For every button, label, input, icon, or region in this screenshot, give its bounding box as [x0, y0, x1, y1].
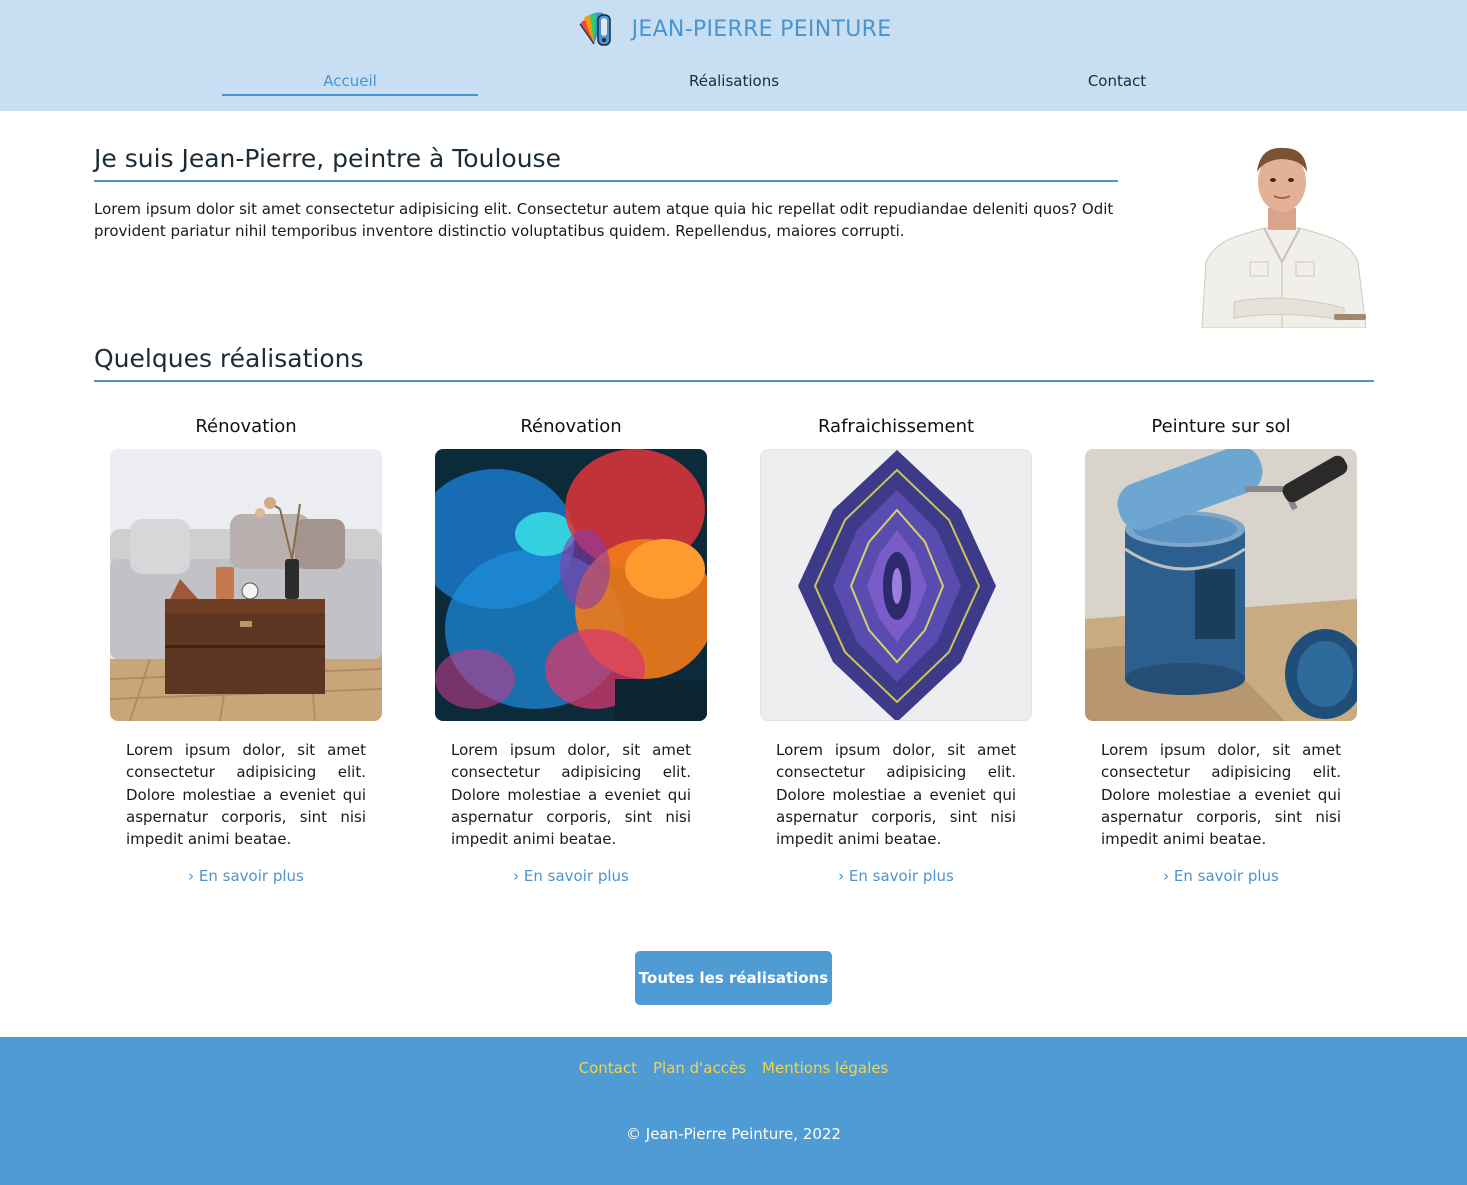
card-text: Lorem ipsum dolor, sit amet consectetur … — [451, 741, 691, 849]
realisation-card: Rénovation Lorem ipsum dolor, sit amet c… — [110, 414, 382, 885]
all-realisations-button[interactable]: Toutes les réalisations — [635, 951, 832, 1005]
read-more-link[interactable]: › En savoir plus — [435, 867, 707, 885]
paint-swatch-logo-icon — [576, 10, 616, 48]
card-text: Lorem ipsum dolor, sit amet consectetur … — [1101, 741, 1341, 849]
site-footer: Contact Plan d'accès Mentions légales © … — [0, 1037, 1467, 1185]
realisation-card: Peinture sur sol Lorem ipsum dolor, sit … — [1085, 414, 1357, 885]
nav-item-accueil[interactable]: Accueil — [222, 72, 478, 96]
nav-item-realisations[interactable]: Réalisations — [606, 72, 862, 94]
card-text: Lorem ipsum dolor, sit amet consectetur … — [776, 741, 1016, 849]
brand-name[interactable]: JEAN-PIERRE PEINTURE — [632, 17, 892, 42]
nav-item-contact[interactable]: Contact — [989, 72, 1245, 94]
site-header: JEAN-PIERRE PEINTURE Accueil Réalisation… — [0, 0, 1467, 111]
read-more-link[interactable]: › En savoir plus — [760, 867, 1032, 885]
read-more-link[interactable]: › En savoir plus — [110, 867, 382, 885]
intro-title: Je suis Jean-Pierre, peintre à Toulouse — [94, 144, 1118, 182]
living-room-image[interactable] — [110, 449, 382, 721]
realisation-card: Rafraichissement Lorem ipsum dolor, sit … — [760, 414, 1032, 885]
card-title: Rénovation — [520, 416, 622, 437]
card-title: Rafraichissement — [817, 416, 975, 437]
realisation-card: Rénovation Lorem ipsum dolor, sit amet c… — [435, 414, 707, 885]
footer-link-mentions-legales[interactable]: Mentions légales — [762, 1059, 888, 1077]
footer-link-plan-acces[interactable]: Plan d'accès — [653, 1059, 746, 1077]
card-title: Rénovation — [195, 416, 297, 437]
colored-smoke-image[interactable] — [435, 449, 707, 721]
paint-can-roller-image[interactable] — [1085, 449, 1357, 721]
card-title: Peinture sur sol — [1151, 416, 1291, 437]
abstract-pattern-image[interactable] — [760, 449, 1032, 721]
footer-link-contact[interactable]: Contact — [579, 1059, 637, 1077]
read-more-link[interactable]: › En savoir plus — [1085, 867, 1357, 885]
intro-text: Lorem ipsum dolor sit amet consectetur a… — [94, 200, 1114, 240]
section-title: Quelques réalisations — [94, 344, 1374, 382]
card-text: Lorem ipsum dolor, sit amet consectetur … — [126, 741, 366, 849]
painter-portrait-image — [1194, 142, 1370, 329]
footer-links: Contact Plan d'accès Mentions légales — [0, 1059, 1467, 1077]
brand[interactable]: JEAN-PIERRE PEINTURE — [0, 10, 1467, 48]
copyright: © Jean-Pierre Peinture, 2022 — [626, 1125, 841, 1143]
